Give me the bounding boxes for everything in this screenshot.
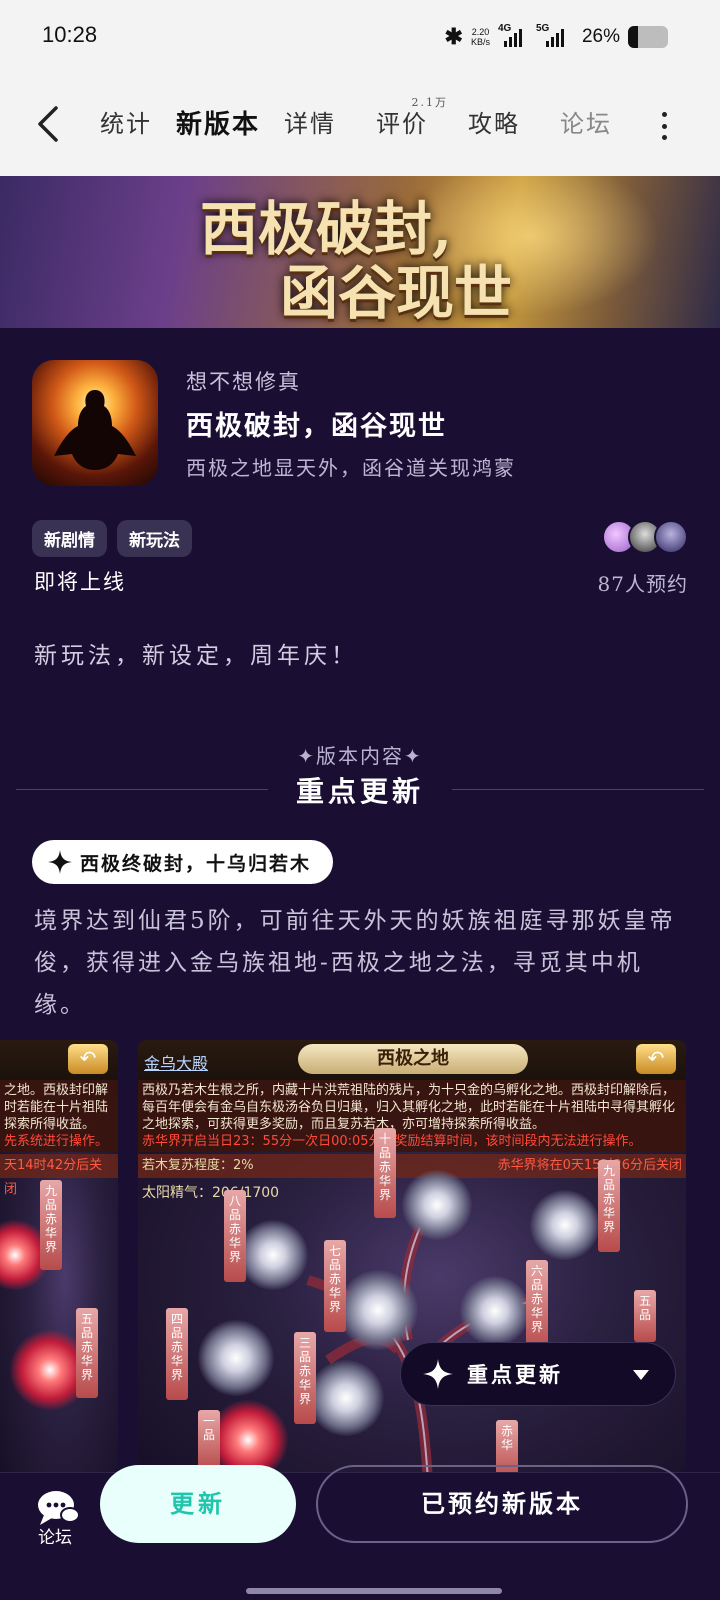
tab-reviews[interactable]: 评价 2.1万: [356, 96, 448, 141]
update-button[interactable]: 更新: [100, 1465, 296, 1543]
screenshot-main[interactable]: 金乌大殿 西极之地 ↶ 西极乃若木生根之所，内藏十片洪荒祖陆的残片，为十只金的乌…: [138, 1040, 686, 1472]
status-bar: 10:28 ✱ 2.20 KB/s 4G 5G 26%: [0, 0, 720, 72]
speed-unit: KB/s: [470, 37, 490, 47]
tab-bar: 统计 新版本 详情 评价 2.1万 攻略 论坛: [80, 96, 632, 147]
back-arrow-icon[interactable]: [36, 106, 60, 142]
signal-5g-label: 5G: [535, 23, 550, 34]
tab-stats[interactable]: 统计: [80, 104, 172, 141]
status-icons: ✱ 2.20 KB/s 4G 5G 26%: [444, 23, 668, 50]
reserve-count: 87人预约: [597, 572, 688, 596]
app-icon: [32, 360, 158, 486]
network-speed: 2.20 KB/s: [471, 27, 490, 47]
top-nav: 统计 新版本 详情 评价 2.1万 攻略 论坛: [0, 72, 720, 176]
bottom-action-bar: 论坛 更新 已预约新版本: [0, 1465, 720, 1600]
avatar: [654, 520, 688, 554]
battery-icon: [628, 26, 668, 48]
forum-label[interactable]: 论坛: [38, 1523, 72, 1548]
tag-list: 新剧情 新玩法: [32, 520, 192, 557]
section-label: ✦版本内容✦: [297, 744, 423, 768]
feature-description: 境界达到仙君5阶，可前往天外天的妖族祖庭寻那妖皇帝俊，获得进入金乌族祖地-西极之…: [34, 908, 676, 1018]
tab-new-version[interactable]: 新版本: [172, 104, 264, 147]
screenshot-hall-link: 金乌大殿: [144, 1054, 209, 1073]
version-banner: 西极破封, 函谷现世: [0, 176, 720, 328]
sparkle-icon: [423, 1359, 453, 1389]
back-icon: ↶: [636, 1044, 676, 1074]
more-options-icon[interactable]: [660, 112, 668, 140]
caret-down-icon: [633, 1370, 649, 1380]
reserver-avatars: [602, 520, 688, 554]
section-jump-button[interactable]: 重点更新: [400, 1342, 676, 1406]
signal-4g-icon: 4G: [498, 23, 528, 47]
bluetooth-icon: ✱: [444, 24, 463, 49]
tab-forum[interactable]: 论坛: [540, 104, 632, 141]
version-description: 西极之地显天外，函谷道关现鸿蒙: [186, 456, 516, 480]
signal-4g-label: 4G: [497, 23, 512, 34]
app-name: 想不想修真: [186, 370, 301, 394]
tab-guides[interactable]: 攻略: [448, 104, 540, 141]
tag-new-story: 新剧情: [32, 520, 107, 557]
sparkle-icon: [48, 850, 72, 874]
reserved-new-version-button[interactable]: 已预约新版本: [316, 1465, 688, 1543]
sparkle-icon: ✦: [404, 744, 423, 768]
home-indicator[interactable]: [246, 1588, 502, 1594]
version-slogan: 新玩法，新设定，周年庆！: [34, 643, 358, 669]
section-jump-label: 重点更新: [467, 1362, 563, 1387]
version-title: 西极破封，函谷现世: [186, 411, 447, 442]
back-icon: ↶: [68, 1044, 108, 1074]
feature-heading-text: 西极终破封，十乌归若木: [80, 852, 312, 875]
battery-percent: 26%: [581, 26, 620, 47]
tag-new-gameplay: 新玩法: [117, 520, 192, 557]
tab-details[interactable]: 详情: [264, 104, 356, 141]
screenshot-previous[interactable]: ↶ 之地。西极封印解 时若能在十片祖陆 探索所得收益。 先系统进行操作。 天14…: [0, 1040, 118, 1472]
speed-value: 2.20: [471, 27, 490, 37]
signal-5g-icon: 5G: [536, 23, 574, 47]
review-count-badge: 2.1万: [411, 96, 448, 109]
release-status: 即将上线: [34, 570, 126, 594]
status-time: 10:28: [42, 22, 98, 47]
banner-title-line2: 函谷现世: [280, 259, 513, 327]
section-title: 重点更新: [295, 775, 424, 808]
feature-heading: 西极终破封，十乌归若木: [32, 840, 334, 884]
sparkle-icon: ✦: [297, 744, 316, 768]
screenshot-title: 西极之地: [298, 1044, 528, 1074]
